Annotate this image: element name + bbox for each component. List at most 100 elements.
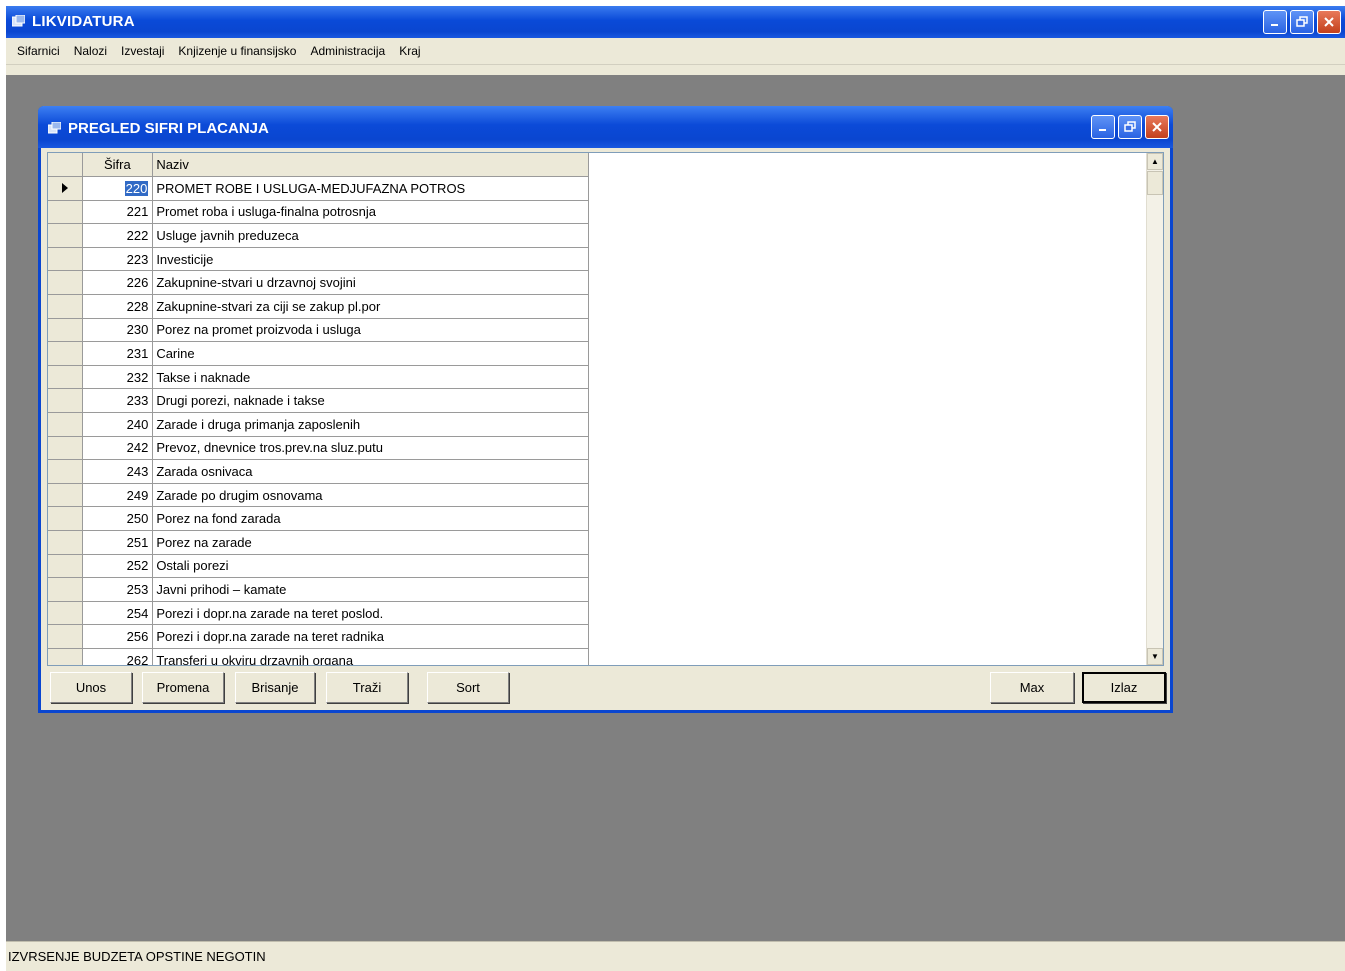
row-code[interactable]: 233 xyxy=(82,388,154,414)
row-name[interactable]: Porez na zarade xyxy=(152,530,589,555)
row-name[interactable]: Javni prihodi – kamate xyxy=(152,577,589,602)
row-code[interactable]: 256 xyxy=(82,624,154,649)
row-name[interactable]: Zarade po drugim osnovama xyxy=(152,483,589,508)
row-selector[interactable] xyxy=(48,223,84,248)
menu-nalozi[interactable]: Nalozi xyxy=(67,44,114,58)
column-header-naziv[interactable]: Naziv xyxy=(152,153,589,178)
row-name[interactable]: Zarada osnivaca xyxy=(152,459,589,484)
table-row[interactable]: 253 Javni prihodi – kamate xyxy=(48,577,589,602)
table-row[interactable]: 226 Zakupnine-stvari u drzavnoj svojini xyxy=(48,270,589,296)
table-row[interactable]: 240 Zarade i druga primanja zaposlenih xyxy=(48,412,589,437)
unos-button[interactable]: Unos xyxy=(50,672,132,703)
row-selector[interactable] xyxy=(48,341,84,366)
close-icon[interactable] xyxy=(1145,115,1169,139)
table-row[interactable]: 251 Porez na zarade xyxy=(48,530,589,555)
scroll-up-icon[interactable]: ▲ xyxy=(1147,153,1163,170)
menu-sifarnici[interactable]: Sifarnici xyxy=(10,44,67,58)
menu-administracija[interactable]: Administracija xyxy=(303,44,392,58)
row-selector[interactable] xyxy=(48,200,84,225)
row-name[interactable]: Investicije xyxy=(152,247,589,272)
row-name[interactable]: Zakupnine-stvari u drzavnoj svojini xyxy=(152,270,589,296)
row-code[interactable]: 254 xyxy=(82,601,154,626)
table-row[interactable]: 228 Zakupnine-stvari za ciji se zakup pl… xyxy=(48,294,589,319)
row-code[interactable]: 243 xyxy=(82,459,154,484)
table-row[interactable]: 252 Ostali porezi xyxy=(48,554,589,579)
row-code[interactable]: 262 xyxy=(82,648,154,665)
row-name[interactable]: Carine xyxy=(152,341,589,366)
table-row[interactable]: 220 PROMET ROBE I USLUGA-MEDJUFAZNA POTR… xyxy=(48,176,589,201)
row-selector[interactable] xyxy=(48,554,84,579)
row-selector[interactable] xyxy=(48,648,84,665)
menu-kraj[interactable]: Kraj xyxy=(392,44,427,58)
row-selector[interactable] xyxy=(48,412,84,437)
row-selector[interactable] xyxy=(48,247,84,272)
row-name[interactable]: Porez na fond zarada xyxy=(152,506,589,531)
table-row[interactable]: 243 Zarada osnivaca xyxy=(48,459,589,484)
row-code[interactable]: 249 xyxy=(82,483,154,508)
row-code[interactable]: 232 xyxy=(82,365,154,390)
row-selector[interactable] xyxy=(48,436,84,461)
row-code[interactable]: 253 xyxy=(82,577,154,602)
row-code[interactable]: 240 xyxy=(82,412,154,437)
row-name[interactable]: Promet roba i usluga-finalna potrosnja xyxy=(152,200,589,225)
row-code[interactable]: 221 xyxy=(82,200,154,225)
grid-vertical-scrollbar[interactable]: ▲ ▼ xyxy=(1146,153,1163,665)
main-titlebar[interactable]: LIKVIDATURA xyxy=(6,6,1345,38)
row-code[interactable]: 242 xyxy=(82,436,154,461)
table-row[interactable]: 222 Usluge javnih preduzeca xyxy=(48,223,589,248)
minimize-icon[interactable] xyxy=(1091,115,1115,139)
row-name[interactable]: PROMET ROBE I USLUGA-MEDJUFAZNA POTROS xyxy=(152,176,589,201)
trazi-button[interactable]: Traži xyxy=(326,672,408,703)
table-row[interactable]: 230 Porez na promet proizvoda i usluga xyxy=(48,318,589,343)
row-code[interactable]: 228 xyxy=(82,294,154,319)
izlaz-button[interactable]: Izlaz xyxy=(1082,672,1166,703)
scroll-thumb[interactable] xyxy=(1147,171,1163,195)
table-row[interactable]: 262 Transferi u okviru drzavnih organa xyxy=(48,648,589,665)
max-button[interactable]: Max xyxy=(990,672,1074,703)
table-row[interactable]: 223 Investicije xyxy=(48,247,589,272)
row-code[interactable]: 251 xyxy=(82,530,154,555)
row-name[interactable]: Prevoz, dnevnice tros.prev.na sluz.putu xyxy=(152,436,589,461)
table-row[interactable]: 249 Zarade po drugim osnovama xyxy=(48,483,589,508)
row-selector[interactable] xyxy=(48,294,84,319)
scroll-down-icon[interactable]: ▼ xyxy=(1147,648,1163,665)
row-selector[interactable] xyxy=(48,483,84,508)
row-selector[interactable] xyxy=(48,318,84,343)
row-selector[interactable] xyxy=(48,506,84,531)
row-name[interactable]: Takse i naknade xyxy=(152,365,589,390)
menu-izvestaji[interactable]: Izvestaji xyxy=(114,44,171,58)
row-code[interactable]: 222 xyxy=(82,223,154,248)
row-name[interactable]: Zakupnine-stvari za ciji se zakup pl.por xyxy=(152,294,589,319)
row-name[interactable]: Transferi u okviru drzavnih organa xyxy=(152,648,589,665)
row-selector[interactable] xyxy=(48,530,84,555)
row-selector[interactable] xyxy=(48,577,84,602)
row-selector[interactable] xyxy=(48,624,84,649)
row-code[interactable]: 230 xyxy=(82,318,154,343)
sifre-grid[interactable]: Šifra Naziv 220 PROMET ROBE I USLUGA-MED… xyxy=(47,152,1164,666)
table-row[interactable]: 231 Carine xyxy=(48,341,589,366)
row-code[interactable]: 250 xyxy=(82,506,154,531)
row-name[interactable]: Porezi i dopr.na zarade na teret radnika xyxy=(152,624,589,649)
restore-icon[interactable] xyxy=(1118,115,1142,139)
row-name[interactable]: Porez na promet proizvoda i usluga xyxy=(152,318,589,343)
promena-button[interactable]: Promena xyxy=(142,672,224,703)
row-name[interactable]: Zarade i druga primanja zaposlenih xyxy=(152,412,589,437)
table-row[interactable]: 250 Porez na fond zarada xyxy=(48,506,589,531)
minimize-icon[interactable] xyxy=(1263,10,1287,34)
menu-knjizenje[interactable]: Knjizenje u finansijsko xyxy=(171,44,303,58)
row-selector[interactable] xyxy=(48,270,84,296)
table-row[interactable]: 232 Takse i naknade xyxy=(48,365,589,390)
row-name[interactable]: Porezi i dopr.na zarade na teret poslod. xyxy=(152,601,589,626)
row-code[interactable]: 231 xyxy=(82,341,154,366)
column-header-sifra[interactable]: Šifra xyxy=(82,153,154,178)
row-code[interactable]: 226 xyxy=(82,270,154,296)
sort-button[interactable]: Sort xyxy=(427,672,509,703)
row-selector[interactable] xyxy=(48,388,84,414)
row-name[interactable]: Drugi porezi, naknade i takse xyxy=(152,388,589,414)
row-selector[interactable] xyxy=(48,365,84,390)
table-row[interactable]: 233 Drugi porezi, naknade i takse xyxy=(48,388,589,414)
row-name[interactable]: Usluge javnih preduzeca xyxy=(152,223,589,248)
row-selector[interactable] xyxy=(48,176,84,201)
restore-icon[interactable] xyxy=(1290,10,1314,34)
table-row[interactable]: 221 Promet roba i usluga-finalna potrosn… xyxy=(48,200,589,225)
